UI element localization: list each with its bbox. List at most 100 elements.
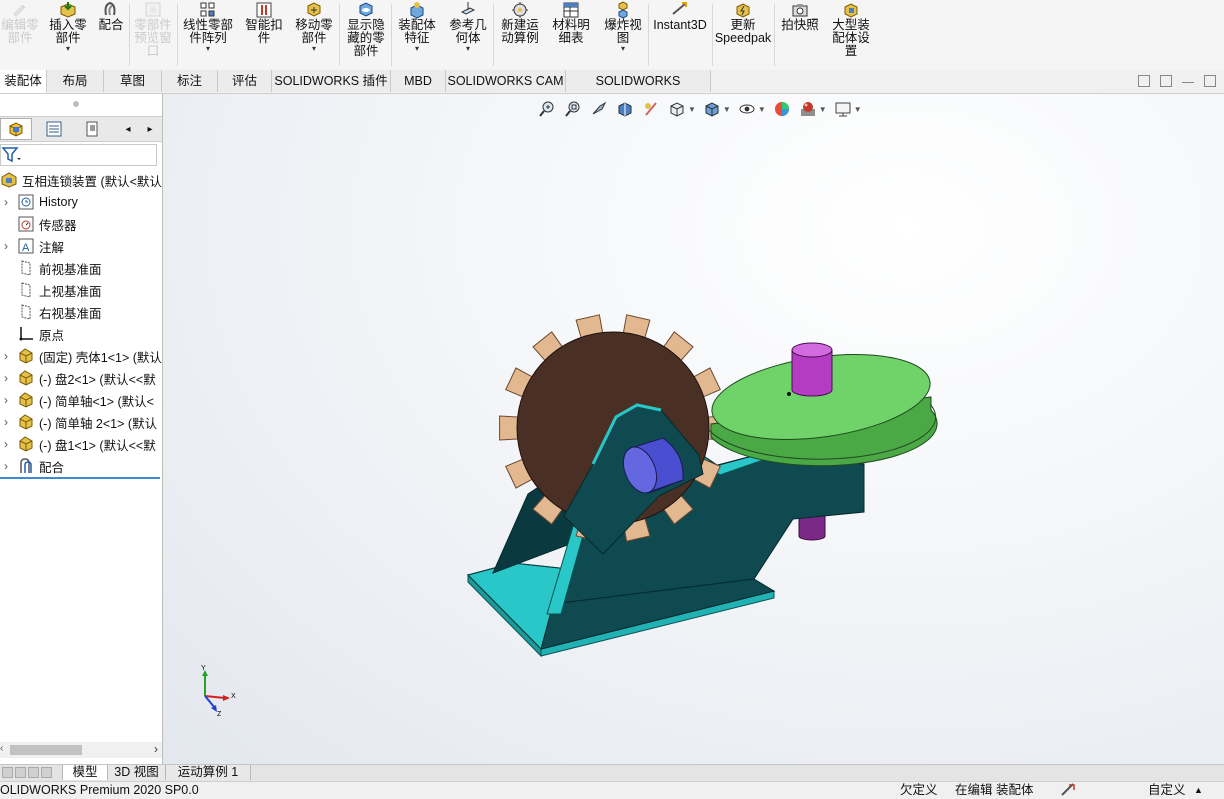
next-tab-icon[interactable] <box>28 767 39 778</box>
tree-item-8[interactable]: › (-) 盘2<1> (默认<<默 <box>0 367 162 389</box>
tree-item-2[interactable]: › A 注解 <box>0 235 162 257</box>
show-hidden-icon <box>356 1 376 19</box>
ribbon-button-snapshot[interactable]: 拍快照 <box>778 0 822 68</box>
ribbon-button-smart-fasteners[interactable]: 智能扣 件 <box>241 0 287 68</box>
expand-chevron-icon[interactable]: › <box>0 393 12 407</box>
minimize-icon[interactable] <box>1182 75 1194 83</box>
tab-2[interactable]: 草图 <box>104 70 162 92</box>
tree-item-3[interactable]: 前视基准面 <box>0 257 162 279</box>
tree-root-label: 互相连锁装置 (默认<默认 <box>22 174 162 189</box>
annotation-icon: A <box>17 237 35 255</box>
rebuild-icon[interactable] <box>1060 783 1076 797</box>
scrollbar-thumb[interactable] <box>10 745 82 755</box>
ribbon-button-insert-component[interactable]: 插入零 部件 ▾ <box>45 0 91 68</box>
tree-item-5[interactable]: 右视基准面 <box>0 301 162 323</box>
units-dropdown-icon[interactable]: ▲ <box>1194 782 1203 799</box>
tab-5[interactable]: SOLIDWORKS 插件 <box>272 70 391 92</box>
expand-chevron-icon[interactable]: › <box>0 349 12 363</box>
tab-8[interactable]: SOLIDWORKS Inspection <box>566 70 711 110</box>
tree-item-12[interactable]: › 配合 <box>0 455 162 477</box>
bottom-tab-2[interactable]: 运动算例 1 <box>165 765 251 780</box>
tab-6[interactable]: MBD <box>391 70 446 92</box>
first-tab-icon[interactable] <box>2 767 13 778</box>
tree-item-11[interactable]: › (-) 盘1<1> (默认<<默 <box>0 433 162 455</box>
maximize-icon[interactable] <box>1160 75 1172 87</box>
ribbon-button-show-hidden[interactable]: 显示隐 藏的零 部件 <box>343 0 389 68</box>
mate-icon <box>101 1 121 19</box>
restore-icon[interactable] <box>1138 75 1150 87</box>
tree-item-6[interactable]: 原点 <box>0 323 162 345</box>
dropdown-arrow-icon[interactable]: ▾ <box>621 45 625 53</box>
tree-horizontal-scrollbar[interactable]: ‹ › <box>0 742 162 758</box>
expand-chevron-icon[interactable]: › <box>0 459 12 473</box>
tree-item-0[interactable]: › History <box>0 191 162 213</box>
interlock-mechanism-model[interactable] <box>163 94 1224 764</box>
ribbon-button-large-assembly[interactable]: 大型装 配体设 置 <box>826 0 876 68</box>
expand-chevron-icon[interactable]: › <box>0 437 12 451</box>
ribbon-button-speedpak[interactable]: 更新 Speedpak <box>714 0 772 68</box>
close-icon[interactable] <box>1204 75 1216 87</box>
panel-grip-icon[interactable] <box>73 101 79 107</box>
prev-tab-icon[interactable] <box>15 767 26 778</box>
ribbon-separator <box>391 4 392 66</box>
tree-rollback-bar[interactable] <box>0 477 160 479</box>
tree-item-10[interactable]: › (-) 简单轴 2<1> (默认 <box>0 411 162 433</box>
ribbon-button-move-component[interactable]: 移动零 部件 ▾ <box>291 0 337 68</box>
scroll-left-icon[interactable]: ‹ <box>0 743 3 754</box>
tree-item-label: (-) 盘2<1> (默认<<默 <box>39 372 156 387</box>
tab-0[interactable]: 装配体 <box>0 70 47 93</box>
expand-chevron-icon[interactable]: › <box>0 239 12 253</box>
part-icon <box>17 391 35 409</box>
tree-item-9[interactable]: › (-) 简单轴<1> (默认< <box>0 389 162 411</box>
dropdown-arrow-icon[interactable]: ▾ <box>415 45 419 53</box>
feature-manager-tab[interactable] <box>0 118 32 140</box>
tree-item-label: 原点 <box>39 328 65 343</box>
dropdown-arrow-icon[interactable]: ▾ <box>206 45 210 53</box>
bottom-tab-0[interactable]: 模型 <box>62 765 108 780</box>
ribbon-button-exploded-view[interactable]: 爆炸视 图 ▾ <box>600 0 646 68</box>
dropdown-arrow-icon[interactable]: ▾ <box>312 45 316 53</box>
tree-filter[interactable] <box>0 144 157 166</box>
ribbon-button-label: 线性零部 件阵列 <box>182 18 233 45</box>
configuration-manager-tab[interactable] <box>76 118 108 140</box>
ribbon-button-label: 配合 <box>98 18 124 32</box>
ribbon-button-assembly-features[interactable]: 装配体 特征 ▾ <box>393 0 441 68</box>
scroll-tabs-left-icon[interactable]: ◂ <box>118 118 138 140</box>
bottom-tab-1[interactable]: 3D 视图 <box>107 765 166 780</box>
ribbon-button-edit-component[interactable]: 编辑零 部件 <box>0 0 40 68</box>
ribbon-button-new-motion-study[interactable]: 新建运 动算例 <box>497 0 543 68</box>
bottom-tab-bar: 模型 3D 视图 运动算例 1 <box>0 764 1224 781</box>
command-manager-tabs: 装配体 布局 草图 标注 评估 SOLIDWORKS 插件 MBD SOLIDWORKS CA… <box>0 70 1224 110</box>
graphics-area[interactable]: ▼ ▼ ▼ ▼ ▼ Y X Z <box>163 94 1224 764</box>
expand-chevron-icon[interactable]: › <box>0 415 12 429</box>
tab-4[interactable]: 评估 <box>218 70 272 92</box>
ribbon-button-label: 爆炸视 图 <box>604 18 642 45</box>
ribbon-button-mate[interactable]: 配合 <box>95 0 127 68</box>
tree-item-7[interactable]: › (固定) 壳体1<1> (默认 <box>0 345 162 367</box>
tree-item-label: 上视基准面 <box>39 284 102 299</box>
tree-item-1[interactable]: 传感器 <box>0 213 162 235</box>
tab-7[interactable]: SOLIDWORKS CAM <box>446 70 566 92</box>
scroll-right-icon[interactable]: › <box>154 742 158 756</box>
tab-3[interactable]: 标注 <box>162 70 218 92</box>
tree-root-assembly[interactable]: 互相连锁装置 (默认<默认 <box>0 169 162 191</box>
large-assembly-icon <box>841 1 861 19</box>
ribbon-button-component-preview[interactable]: 零部件 预览窗 口 <box>131 0 175 68</box>
last-tab-icon[interactable] <box>41 767 52 778</box>
ribbon-button-linear-pattern[interactable]: 线性零部 件阵列 ▾ <box>179 0 237 68</box>
property-manager-tab[interactable] <box>38 118 70 140</box>
dropdown-arrow-icon[interactable]: ▾ <box>66 45 70 53</box>
expand-chevron-icon[interactable]: › <box>0 195 12 209</box>
expand-chevron-icon[interactable]: › <box>0 371 12 385</box>
ribbon-button-instant3d[interactable]: Instant3D <box>650 0 710 68</box>
component-preview-icon <box>143 1 163 19</box>
ribbon-button-reference-geometry[interactable]: 参考几 何体 ▾ <box>445 0 491 68</box>
dropdown-arrow-icon[interactable]: ▾ <box>466 45 470 53</box>
tree-item-4[interactable]: 上视基准面 <box>0 279 162 301</box>
scroll-tabs-right-icon[interactable]: ▸ <box>140 118 160 140</box>
instant3d-icon <box>670 1 690 19</box>
assembly-features-icon <box>407 1 427 19</box>
ribbon-button-bill-of-materials[interactable]: 材料明 细表 <box>548 0 594 68</box>
units-selector[interactable]: 自定义 <box>1148 782 1186 799</box>
tab-1[interactable]: 布局 <box>47 70 104 92</box>
